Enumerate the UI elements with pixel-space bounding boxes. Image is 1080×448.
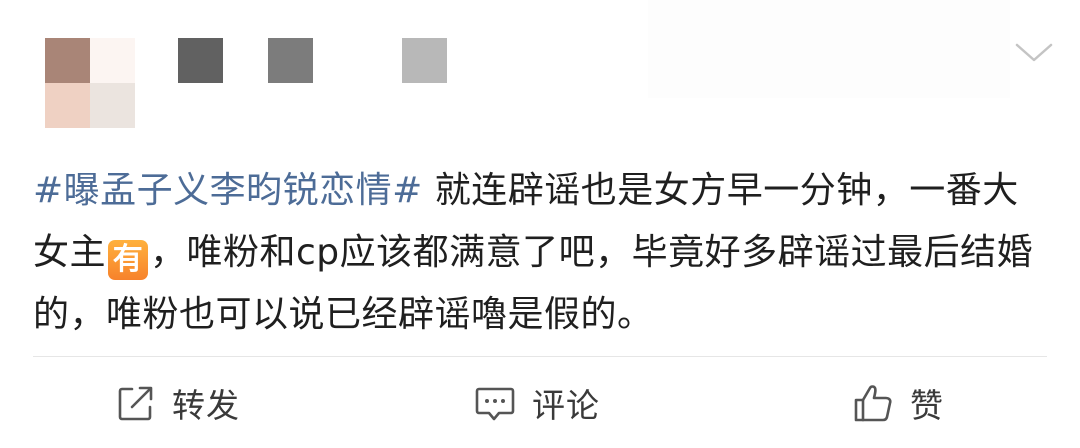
repost-button[interactable]: 转发 xyxy=(116,378,240,428)
username-pixel xyxy=(178,38,223,83)
divider xyxy=(33,356,1047,357)
avatar-pixel xyxy=(90,38,135,83)
avatar-pixel xyxy=(45,38,90,83)
like-button[interactable]: 赞 xyxy=(852,378,944,428)
repost-icon xyxy=(118,386,153,421)
avatar-pixel xyxy=(45,83,90,128)
hashtag-link[interactable]: #曝孟子义李昀锐恋情# xyxy=(33,170,423,211)
chevron-down-icon[interactable] xyxy=(1014,40,1054,66)
comment-icon xyxy=(475,387,515,421)
avatar-pixel xyxy=(90,83,135,128)
thumbs-up-icon xyxy=(854,385,892,422)
weibo-post-card: #曝孟子义李昀锐恋情# 就连辟谣也是女方早一分钟，一番大女主有，唯粉和cp应该都… xyxy=(0,0,1080,448)
avatar[interactable] xyxy=(45,38,135,128)
like-label: 赞 xyxy=(910,386,944,425)
username-pixel xyxy=(402,38,447,83)
post-text: ，唯粉和cp应该都满意了吧，毕竟好多辟谣过最后结婚的，唯粉也可以说已经辟谣嚕是假… xyxy=(33,232,1034,335)
comment-button[interactable]: 评论 xyxy=(474,378,600,428)
comment-label: 评论 xyxy=(532,386,600,425)
repost-label: 转发 xyxy=(172,386,240,425)
header-background xyxy=(648,0,1010,98)
post-body: #曝孟子义李昀锐恋情# 就连辟谣也是女方早一分钟，一番大女主有，唯粉和cp应该都… xyxy=(33,160,1053,346)
you-emoji-icon: 有 xyxy=(108,240,149,280)
username-pixel xyxy=(268,38,313,83)
action-bar: 转发 评论 赞 xyxy=(0,370,1080,440)
